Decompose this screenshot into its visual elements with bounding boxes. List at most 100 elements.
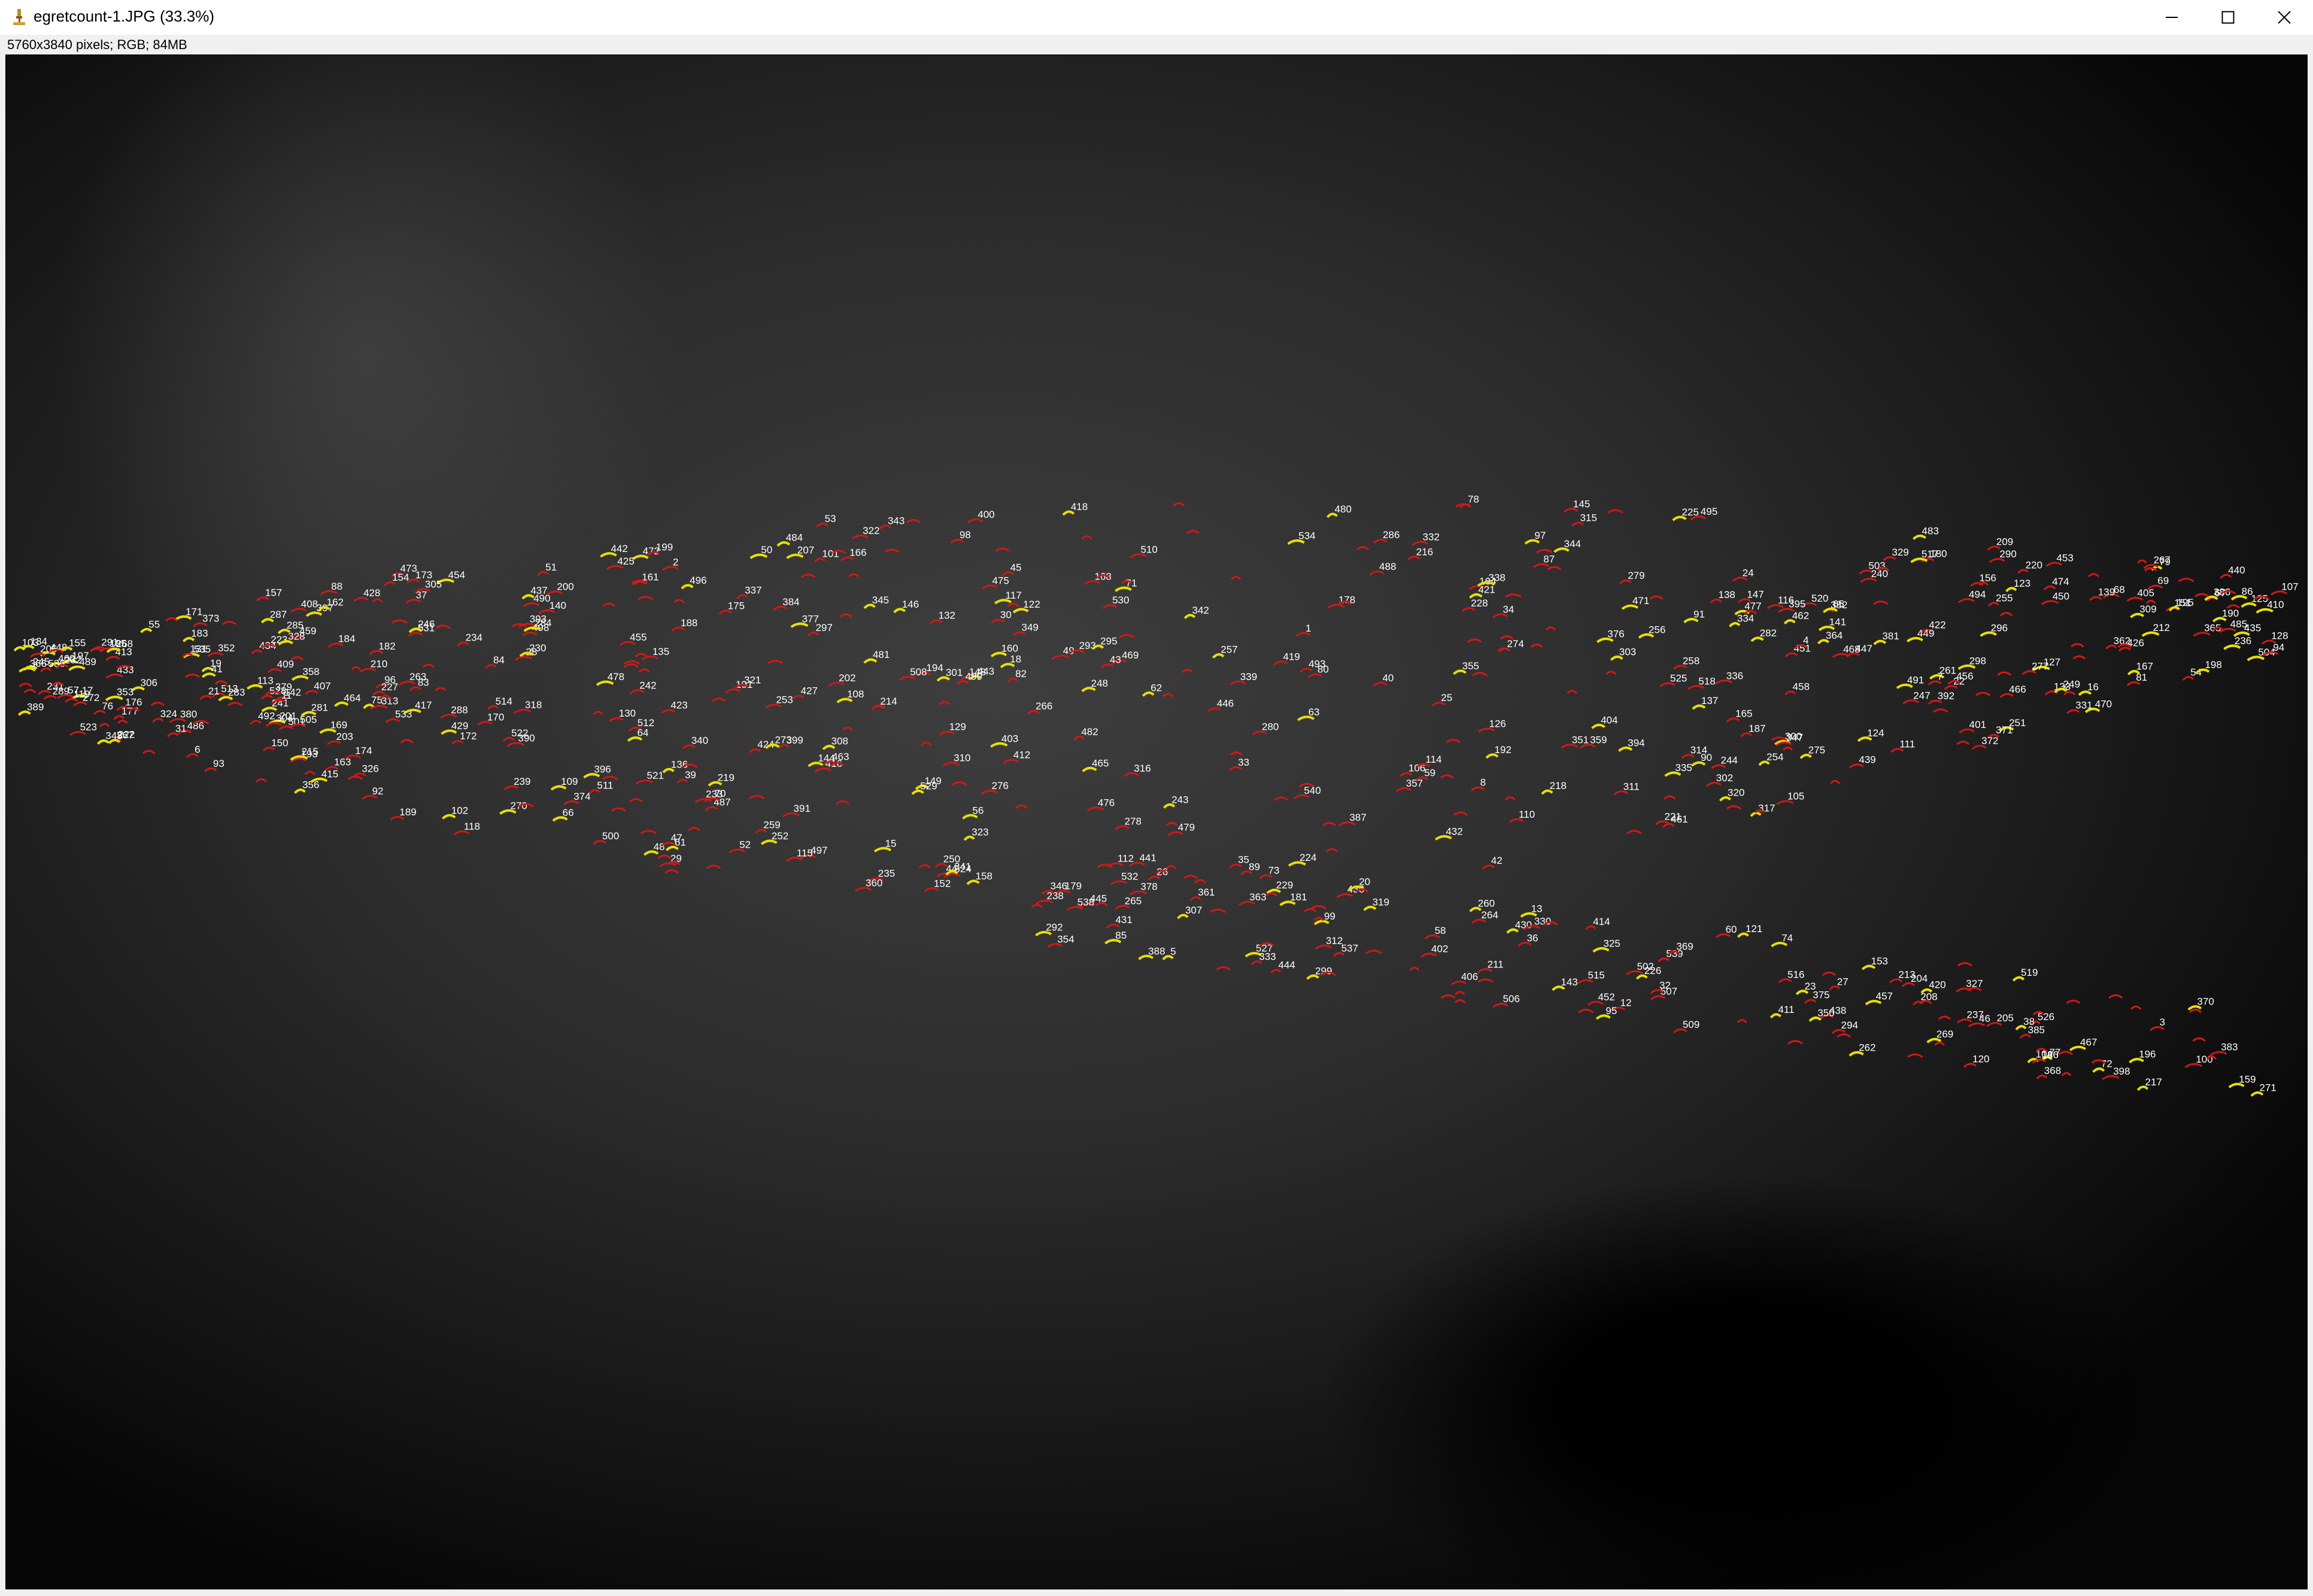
count-label: 124 [1867,727,1884,739]
egret-marker: 290 [1989,548,2017,563]
count-label: 167 [2136,661,2153,672]
egret-marker: 350 [1808,1008,1835,1022]
egret-marker: 220 [2017,559,2042,574]
red-bird-mark [1165,864,1177,870]
count-label: 280 [1262,721,1279,732]
count-label: 485 [2230,618,2247,630]
egret-marker: 476 [1086,797,1115,812]
count-label: 414 [1593,916,1610,927]
count-label: 72 [2101,1058,2112,1070]
count-label: 311 [1623,781,1640,792]
egret-marker: 530 [1102,594,1129,609]
egret-count-overlay: 3487911401801351481821902052411491941972… [13,494,2299,1097]
count-label: 136 [671,758,688,770]
red-bird-mark [1325,848,1338,852]
count-label: 175 [728,600,745,612]
egret-marker: 315 [1571,512,1597,527]
count-label: 317 [1758,802,1775,814]
egret-marker: 35 [1228,854,1249,869]
count-label: 182 [378,641,395,652]
count-label: 288 [451,704,468,715]
count-label: 279 [1628,570,1644,581]
egret-marker: 306 [130,677,157,692]
egret-marker: 515 [1577,970,1605,984]
image-info-bar: 5760x3840 pixels; RGB; 84MB [0,35,2313,55]
close-button[interactable] [2251,0,2313,35]
count-label: 401 [1969,719,1986,730]
egret-marker: 181 [1279,891,1307,906]
count-label: 162 [327,597,344,608]
egret-marker: 471 [1621,595,1649,610]
count-label: 381 [1882,630,1899,642]
egret-marker: 156 [1970,572,1996,587]
egret-marker: 230 [519,642,546,657]
red-bird-mark [222,621,236,626]
egret-marker: 496 [681,575,707,590]
count-label: 323 [972,826,988,838]
egret-marker: 117 [994,590,1022,605]
egret-marker: 500 [593,830,619,845]
egret-marker: 361 [1189,887,1215,902]
egret-marker: 30 [991,609,1012,624]
egret-marker: 520 [1801,593,1828,608]
count-label: 45 [1010,562,1022,574]
count-label: 247 [1913,690,1930,701]
count-label: 284 [535,617,551,629]
count-label: 330 [1534,915,1551,927]
count-label: 304 [276,712,293,724]
egret-marker: 396 [583,764,611,779]
egret-marker: 101 [814,548,839,563]
count-label: 199 [656,542,673,553]
count-label: 55 [148,618,160,630]
count-label: 59 [1424,767,1435,778]
count-label: 61 [675,836,686,848]
red-bird-mark [1186,530,1200,535]
count-label: 292 [1046,922,1063,933]
count-label: 334 [1737,613,1754,624]
red-bird-mark [1787,1040,1804,1045]
egret-marker: 50 [749,544,772,559]
count-label: 387 [1349,812,1366,823]
egret-marker: 97 [1524,530,1546,545]
egret-marker: 157 [256,587,282,602]
egret-marker: 464 [334,692,361,707]
count-label: 316 [1134,763,1151,774]
egret-marker: 98 [950,529,971,544]
count-label: 165 [1735,708,1752,720]
count-label: 225 [1682,506,1699,518]
count-label: 263 [409,671,426,682]
count-label: 112 [1118,852,1134,864]
image-canvas[interactable]: 34 87 91 140 180 135 148 182 190 205 241 149 194 197 2… [6,55,2308,1589]
egret-marker: 517 [1910,548,1938,563]
count-label: 7 [1937,671,1942,682]
count-label: 78 [1468,494,1479,505]
count-label: 107 [2281,581,2298,592]
count-label: 308 [831,736,848,747]
count-label: 131 [190,644,207,655]
red-bird-mark [2088,573,2100,578]
red-bird-mark [602,602,616,607]
red-bird-mark [89,648,104,653]
count-label: 267 [2154,554,2171,566]
egret-marker: 378 [1129,881,1158,896]
count-label: 509 [1683,1019,1699,1030]
count-label: 265 [1125,895,1142,906]
egret-marker: 322 [852,525,880,540]
count-label: 514 [496,696,512,707]
count-label: 318 [525,699,542,711]
count-label: 52 [739,839,751,851]
count-label: 418 [1071,501,1088,512]
count-label: 18 [1010,654,1021,665]
egret-marker: 243 [1163,794,1189,809]
red-bird-mark [422,663,435,668]
count-label: 511 [597,779,613,791]
egret-marker: 462 [1783,610,1809,625]
egret-marker: 218 [1541,780,1567,795]
count-label: 447 [1856,643,1872,654]
count-label: 190 [2222,608,2239,619]
count-label: 69 [2157,575,2169,587]
egret-marker: 126 [1478,718,1506,733]
egret-marker: 310 [942,753,971,767]
egret-marker: 182 [369,641,396,655]
title-bar[interactable]: egretcount-1.JPG (33.3%) [0,0,2313,35]
